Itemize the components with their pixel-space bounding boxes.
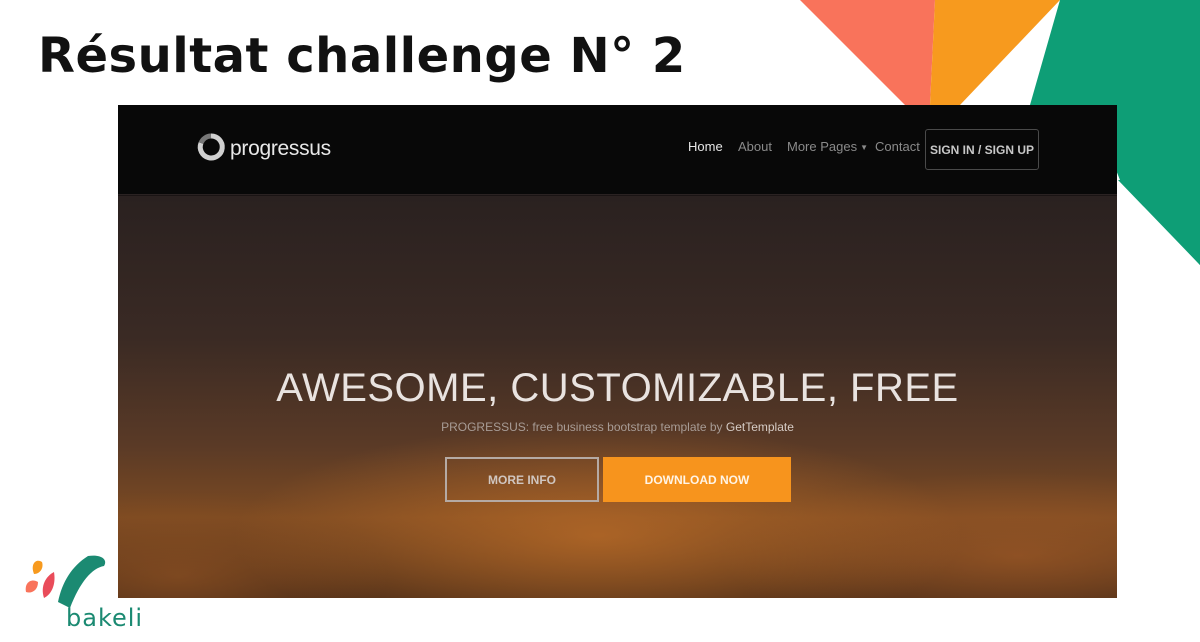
signin-button[interactable]: SIGN IN / SIGN UP (925, 129, 1039, 170)
bakeli-wordmark: bakeli (66, 604, 144, 632)
coral-triangle (800, 0, 935, 105)
download-now-button[interactable]: DOWNLOAD NOW (603, 457, 791, 502)
slide-title: Résultat challenge N° 2 (38, 28, 686, 84)
hero-title: AWESOME, CUSTOMIZABLE, FREE (276, 366, 959, 410)
website-screenshot: progressus Home About More Pages ▼ Contac… (118, 105, 1117, 598)
hero: AWESOME, CUSTOMIZABLE, FREE PROGRESSUS: … (118, 196, 1117, 598)
more-info-button[interactable]: MORE INFO (445, 457, 599, 502)
caret-down-icon: ▼ (860, 143, 869, 153)
bakeli-mark-icon (25, 555, 106, 608)
nav-about[interactable]: About (738, 139, 772, 154)
nav-more-pages[interactable]: More Pages ▼ (787, 139, 868, 154)
navbar: progressus Home About More Pages ▼ Contac… (118, 105, 1117, 195)
hero-subtitle-link[interactable]: GetTemplate (726, 420, 794, 434)
hero-subtitle-text: PROGRESSUS: free business bootstrap temp… (441, 420, 726, 434)
nav-more-pages-label: More Pages (787, 139, 858, 154)
nav-home[interactable]: Home (688, 139, 723, 154)
green-tail (1118, 180, 1200, 265)
hero-subtitle: PROGRESSUS: free business bootstrap temp… (118, 420, 1117, 434)
bakeli-logo: bakeli (22, 552, 162, 634)
nav-contact[interactable]: Contact (875, 139, 920, 154)
